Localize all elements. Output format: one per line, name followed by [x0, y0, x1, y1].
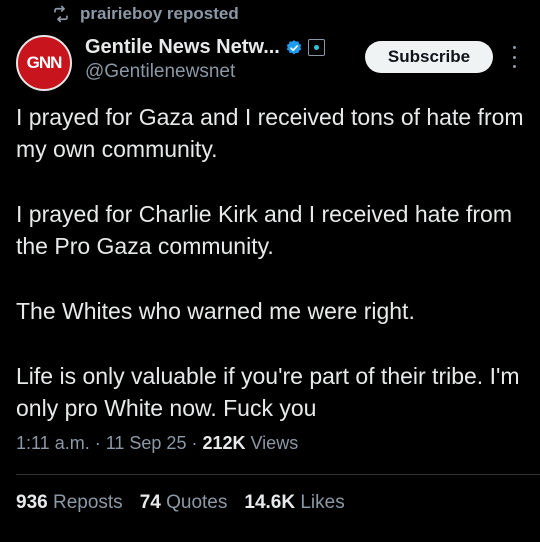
tweet-paragraph: I prayed for Charlie Kirk and I received… — [16, 201, 513, 259]
tweet-paragraph: I prayed for Gaza and I received tons of… — [16, 104, 524, 162]
quotes-stat[interactable]: 74 Quotes — [140, 492, 228, 514]
divider — [16, 474, 540, 475]
meta-separator: · — [89, 433, 106, 453]
tweet-time[interactable]: 1:11 a.m. — [16, 433, 90, 453]
author-name[interactable]: Gentile News Netw... — [85, 36, 280, 59]
avatar[interactable]: GNN — [16, 35, 72, 91]
more-options-icon[interactable] — [508, 46, 520, 68]
likes-count: 14.6K — [244, 492, 296, 513]
views-label[interactable]: Views — [246, 433, 299, 453]
repost-icon — [54, 5, 68, 23]
repost-header[interactable]: prairieboy reposted — [52, 4, 239, 24]
reposts-stat[interactable]: 936 Reposts — [16, 492, 123, 514]
reposts-count: 936 — [16, 492, 48, 513]
repost-text: prairieboy reposted — [80, 4, 239, 23]
author-handle[interactable]: @Gentilenewsnet — [85, 61, 235, 83]
tweet-date[interactable]: 11 Sep 25 — [106, 433, 187, 453]
tweet-paragraph: Life is only valuable if you're part of … — [16, 363, 520, 421]
subscribe-button[interactable]: Subscribe — [365, 41, 493, 73]
avatar-logo-text: GNN — [26, 53, 63, 72]
author-name-line[interactable]: Gentile News Netw... — [85, 36, 325, 59]
engagement-stats: 936 Reposts 74 Quotes 14.6K Likes — [16, 492, 345, 514]
quotes-label: Quotes — [166, 492, 228, 513]
tweet-meta: 1:11 a.m. · 11 Sep 25 · 212K Views — [16, 433, 298, 454]
tweet-paragraph: The Whites who warned me were right. — [16, 298, 415, 324]
tweet-text: I prayed for Gaza and I received tons of… — [16, 101, 528, 424]
views-count[interactable]: 212K — [202, 433, 245, 453]
verified-badge-icon — [286, 39, 301, 54]
meta-separator: · — [186, 433, 203, 453]
quotes-count: 74 — [139, 492, 161, 513]
reposts-label: Reposts — [52, 492, 123, 513]
affiliate-badge-icon — [307, 39, 325, 56]
likes-stat[interactable]: 14.6K Likes — [244, 492, 344, 514]
likes-label: Likes — [300, 492, 345, 513]
